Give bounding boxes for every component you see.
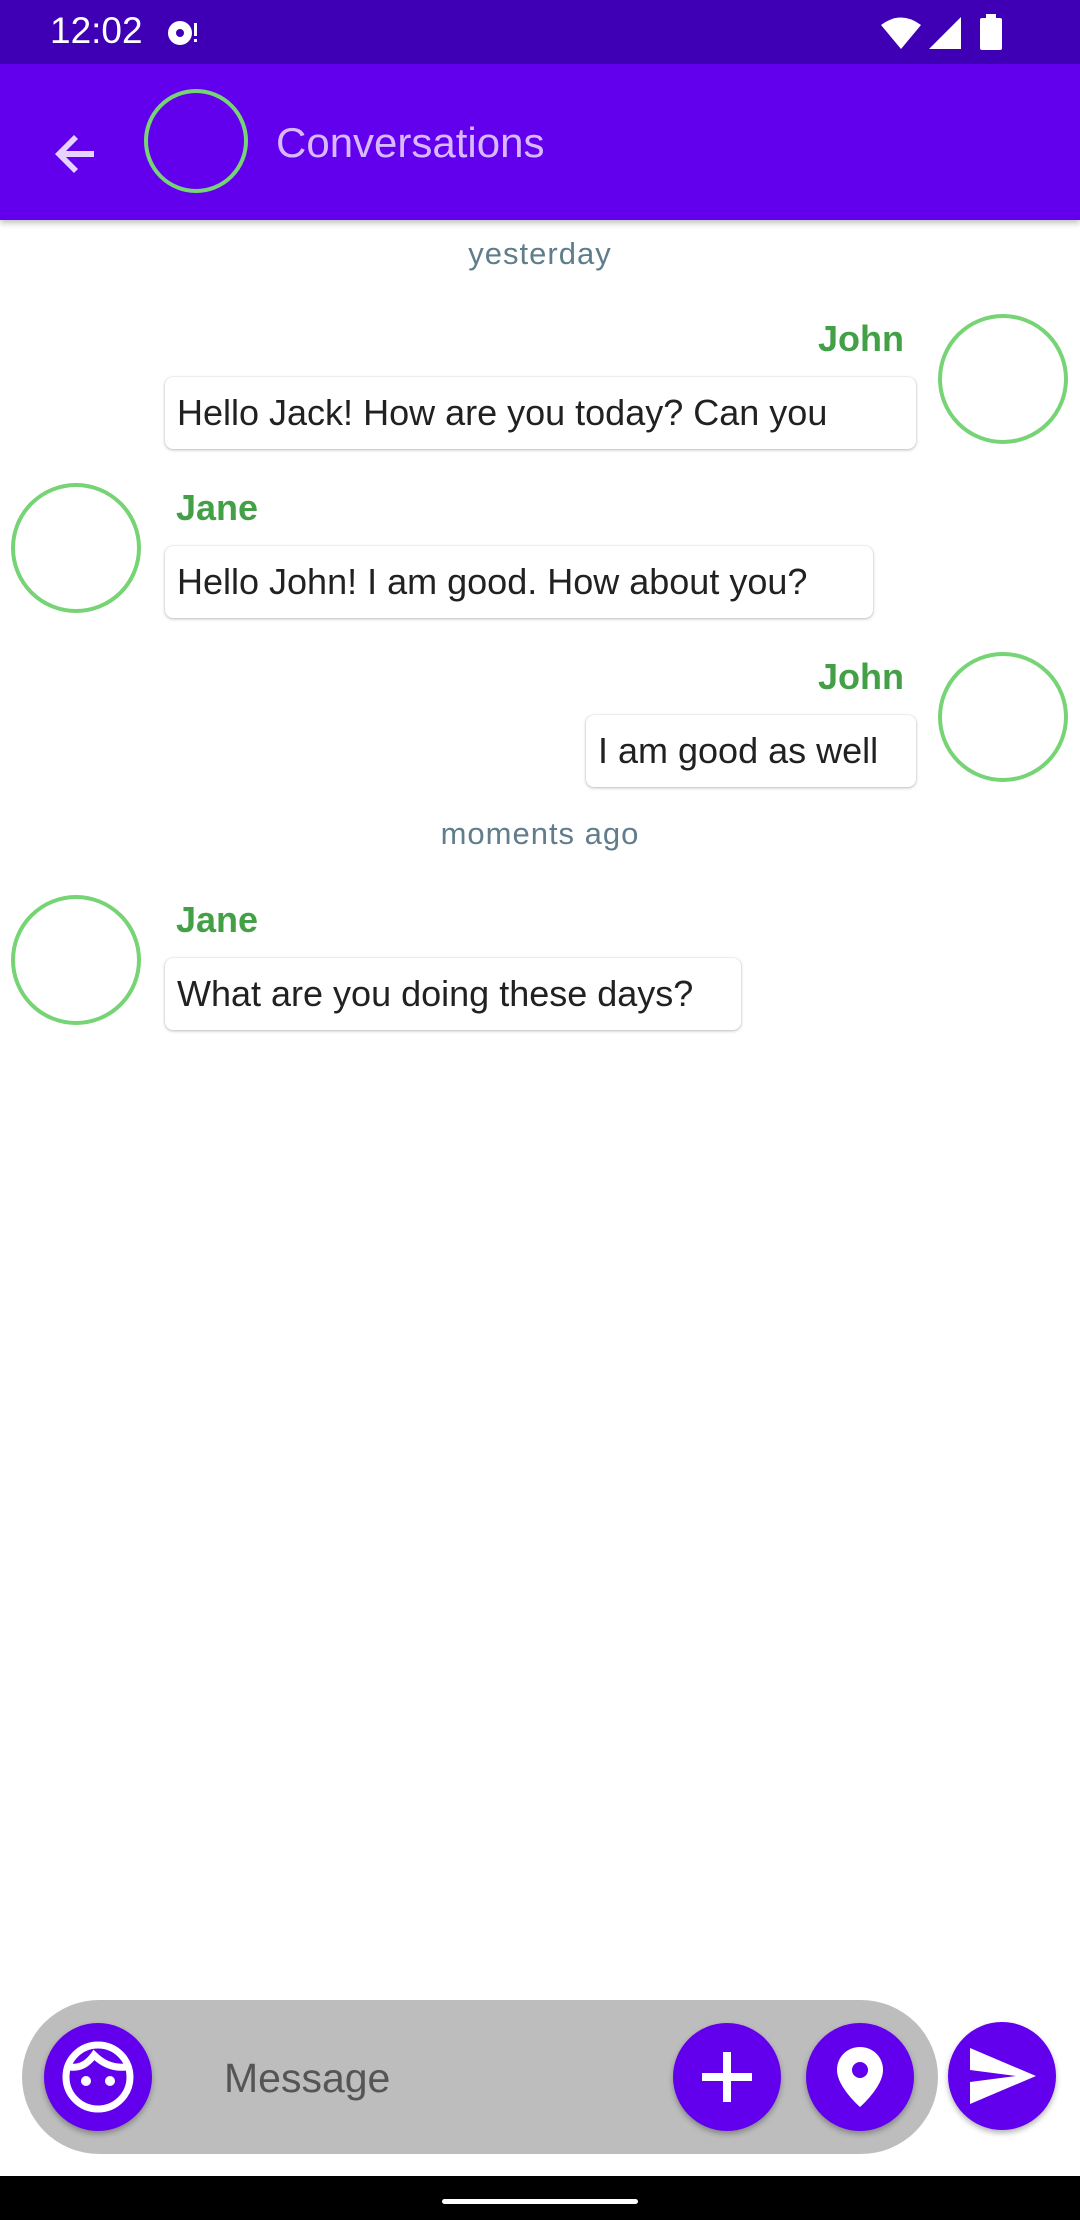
face-icon (62, 2041, 134, 2113)
message-bubble[interactable]: Hello Jack! How are you today? Can you (165, 377, 916, 449)
page-title: Conversations (276, 119, 545, 166)
conversation-avatar[interactable] (144, 89, 248, 193)
message-composer (22, 2000, 938, 2154)
date-separator: moments ago (440, 816, 640, 851)
message-sender: John (818, 656, 904, 697)
back-button[interactable] (40, 118, 112, 190)
home-gesture-handle[interactable] (442, 2199, 638, 2204)
add-attachment-button[interactable] (673, 2023, 781, 2131)
avatar[interactable] (11, 895, 141, 1025)
wifi-icon (881, 17, 921, 49)
send-icon (970, 2048, 1036, 2104)
plus-icon (702, 2052, 752, 2102)
location-pin-icon (837, 2047, 883, 2107)
message-sender: John (818, 318, 904, 359)
avatar[interactable] (938, 652, 1068, 782)
message-bubble[interactable]: I am good as well (586, 715, 916, 787)
battery-icon (980, 14, 1002, 50)
navigation-bar (0, 2176, 1080, 2220)
emoji-button[interactable] (44, 2023, 152, 2131)
send-button[interactable] (948, 2022, 1056, 2130)
share-location-button[interactable] (806, 2023, 914, 2131)
message-sender: Jane (176, 899, 259, 940)
avatar[interactable] (938, 314, 1068, 444)
message-input[interactable] (222, 2040, 646, 2116)
app-bar: Conversations (0, 64, 1080, 220)
arrow-back-icon (55, 135, 94, 173)
signal-icon (929, 17, 961, 49)
media-icon (168, 21, 197, 45)
message-bubble[interactable]: Hello John! I am good. How about you? (165, 546, 873, 618)
message-sender: Jane (176, 487, 259, 528)
status-bar: 12:02 (0, 0, 1080, 64)
date-separator: yesterday (468, 236, 612, 271)
status-time: 12:02 (50, 10, 143, 51)
avatar[interactable] (11, 483, 141, 613)
message-bubble[interactable]: What are you doing these days? (165, 958, 741, 1030)
